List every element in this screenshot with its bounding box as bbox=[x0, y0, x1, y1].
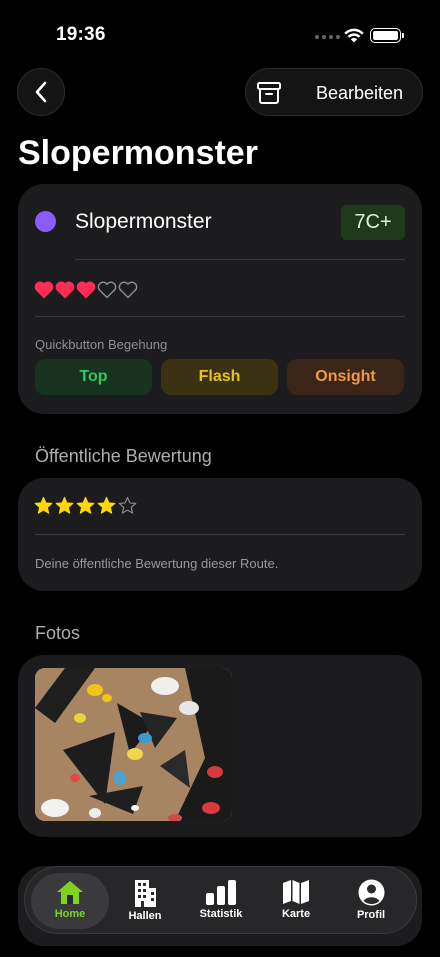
rating-description: Deine öffentliche Bewertung dieser Route… bbox=[35, 556, 279, 571]
rating-card: Deine öffentliche Bewertung dieser Route… bbox=[18, 478, 422, 591]
heart-empty-icon[interactable] bbox=[97, 280, 117, 300]
route-card: Slopermonster 7C+ Quickbutton Begehung T… bbox=[18, 184, 422, 414]
tab-profil[interactable]: Profil bbox=[332, 873, 410, 929]
heart-filled-icon[interactable] bbox=[34, 280, 54, 300]
status-time: 19:36 bbox=[56, 24, 106, 45]
heart-rating[interactable] bbox=[34, 280, 138, 300]
tab-home[interactable]: Home bbox=[31, 873, 109, 929]
heart-filled-icon[interactable] bbox=[55, 280, 75, 300]
divider bbox=[75, 259, 405, 260]
signal-icon bbox=[315, 35, 340, 39]
home-icon bbox=[57, 881, 83, 904]
edit-button[interactable]: Bearbeiten bbox=[245, 68, 423, 116]
rating-section-title: Öffentliche Bewertung bbox=[35, 446, 212, 466]
route-photo[interactable] bbox=[35, 668, 232, 821]
map-icon bbox=[283, 880, 309, 904]
photos-card bbox=[18, 655, 422, 837]
tab-label: Home bbox=[54, 908, 86, 920]
tab-bar: Home Hallen Statistik Karte Profil bbox=[24, 866, 417, 934]
tab-statistik[interactable]: Statistik bbox=[182, 873, 260, 929]
star-filled-icon[interactable] bbox=[97, 496, 116, 515]
archive-icon bbox=[257, 82, 281, 104]
tab-label: Statistik bbox=[199, 908, 243, 920]
back-button[interactable] bbox=[17, 68, 65, 116]
page-title: Slopermonster bbox=[18, 134, 258, 172]
star-empty-icon[interactable] bbox=[118, 496, 137, 515]
tab-label: Karte bbox=[281, 908, 311, 920]
wifi-icon bbox=[344, 28, 364, 43]
divider bbox=[35, 316, 405, 317]
quick-label: Quickbutton Begehung bbox=[35, 337, 168, 352]
onsight-button[interactable]: Onsight bbox=[287, 359, 404, 395]
top-button[interactable]: Top bbox=[35, 359, 152, 395]
star-filled-icon[interactable] bbox=[55, 496, 74, 515]
grade-badge[interactable]: 7C+ bbox=[341, 205, 405, 240]
heart-empty-icon[interactable] bbox=[118, 280, 138, 300]
star-filled-icon[interactable] bbox=[76, 496, 95, 515]
star-rating[interactable] bbox=[34, 496, 137, 515]
photos-section-title: Fotos bbox=[35, 623, 81, 643]
route-color-dot bbox=[35, 211, 56, 232]
heart-filled-icon[interactable] bbox=[76, 280, 96, 300]
edit-label: Bearbeiten bbox=[316, 83, 404, 103]
profile-icon bbox=[358, 879, 384, 906]
route-name: Slopermonster bbox=[75, 210, 212, 233]
status-bar: 19:36 bbox=[0, 0, 440, 60]
divider bbox=[35, 534, 405, 535]
tab-hallen[interactable]: Hallen bbox=[106, 873, 184, 929]
battery-icon bbox=[370, 28, 404, 43]
star-filled-icon[interactable] bbox=[34, 496, 53, 515]
building-icon bbox=[135, 880, 156, 907]
bar-chart-icon bbox=[206, 880, 236, 905]
tab-karte[interactable]: Karte bbox=[257, 873, 335, 929]
flash-button[interactable]: Flash bbox=[161, 359, 278, 395]
tab-label: Profil bbox=[356, 909, 386, 921]
chevron-left-icon bbox=[35, 81, 47, 103]
tab-label: Hallen bbox=[128, 910, 162, 922]
